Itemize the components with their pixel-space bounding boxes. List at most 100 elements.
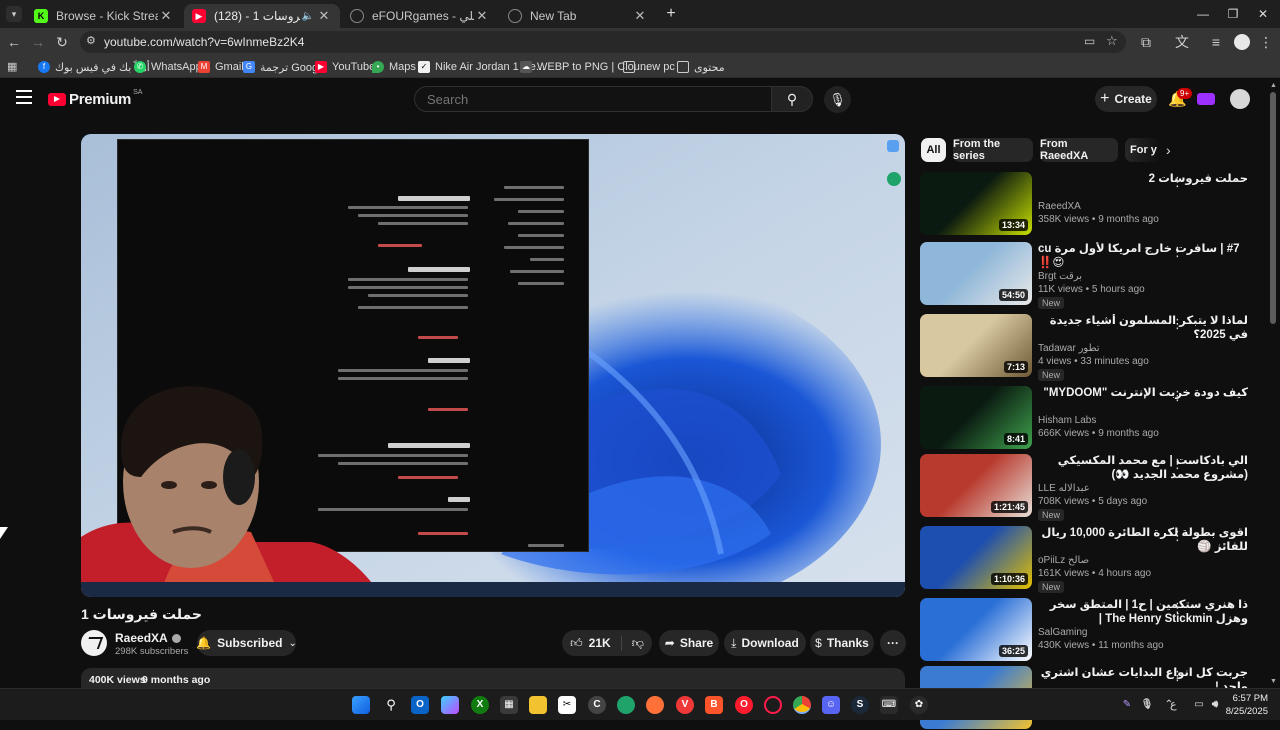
dislike-button[interactable]: 👎︎ [622, 636, 644, 651]
more-vertical-icon[interactable]: ⋮ [1171, 456, 1184, 472]
recommendation-channel[interactable]: Brgt ‏برقت [1038, 271, 1082, 282]
bookmark-folder-new-pc[interactable]: new pc [623, 59, 675, 75]
extensions-icon[interactable]: ⧉ [1136, 32, 1156, 52]
search-icon[interactable]: ⚲ [382, 696, 400, 714]
video-thumbnail[interactable]: 1:10:36 [920, 526, 1032, 589]
recommendation-channel[interactable]: LLE ‏عبدالاله [1038, 483, 1090, 494]
recommendation-item[interactable]: 36:25 ذا هنري ستكمين | ح1 | المتطق سخر وه… [920, 598, 1260, 662]
recommendation-channel[interactable]: oPiiLz ‏صالح [1038, 555, 1089, 566]
firefox-icon[interactable] [646, 696, 664, 714]
translate-icon[interactable]: 文 [1172, 32, 1192, 52]
discord-icon[interactable]: ☺ [822, 696, 840, 714]
video-thumbnail[interactable]: 54:50 [920, 242, 1032, 305]
recommendation-title[interactable]: cu ‏#7 | سافرت خارج امريكا لأول مرة ‼️😍 [1038, 242, 1248, 270]
menu-kebab-icon[interactable]: ⋮ [1256, 32, 1276, 52]
address-bar[interactable]: ⚙ youtube.com/watch?v=6wInmeBz2K4 ▭ ☆ [80, 31, 1126, 53]
thanks-button[interactable]: $ Thanks [810, 630, 874, 656]
video-thumbnail[interactable]: 13:34 [920, 172, 1032, 235]
recommendation-channel[interactable]: RaeedXA [1038, 201, 1081, 212]
close-icon[interactable]: ✕ [474, 8, 490, 24]
channel-name[interactable]: RaeedXA [115, 631, 181, 645]
recommendation-title[interactable]: ذا هنري ستكمين | ح1 | المتطق سخر وهزل Th… [1038, 598, 1248, 626]
chip-all[interactable]: All [921, 138, 946, 162]
openai-icon[interactable]: ✿ [910, 696, 928, 714]
chevron-right-icon[interactable]: › [1166, 142, 1171, 158]
recommendation-title[interactable]: كيف دودة خربت الإنترنت "MYDOOM" [1038, 386, 1248, 400]
chrome-icon[interactable] [793, 696, 811, 714]
more-vertical-icon[interactable]: ⋮ [1171, 528, 1184, 544]
bookmark-whatsapp[interactable]: ✆ WhatsApp [134, 59, 202, 75]
taskbar-date[interactable]: 8/25/2025 [1222, 706, 1268, 717]
more-vertical-icon[interactable]: ⋮ [1171, 174, 1184, 190]
store-icon[interactable]: ▦ [500, 696, 518, 714]
hamburger-menu-icon[interactable] [16, 90, 32, 104]
more-vertical-icon[interactable]: ⋮ [1171, 244, 1184, 260]
video-thumbnail[interactable]: 36:25 [920, 598, 1032, 661]
capcut-icon[interactable]: ✂ [558, 696, 576, 714]
search-button[interactable]: ⚲ [771, 86, 813, 112]
channel-avatar[interactable] [81, 630, 107, 656]
like-button[interactable]: 👍︎ 21K [570, 635, 622, 651]
steam-icon[interactable]: S [851, 696, 869, 714]
minimize-icon[interactable]: — [1188, 4, 1218, 24]
recommendation-channel[interactable]: SalGaming [1038, 627, 1087, 638]
bookmark-youtube[interactable]: ▶ YouTube [315, 59, 375, 75]
xbox-icon[interactable]: X [471, 696, 489, 714]
cast-icon[interactable]: ▭ [1084, 34, 1095, 48]
opera-gx-icon[interactable] [764, 696, 782, 714]
restore-icon[interactable]: ❐ [1218, 4, 1248, 24]
more-vertical-icon[interactable]: ⋮ [1171, 600, 1184, 616]
taskbar-time[interactable]: 6:57 PM [1230, 693, 1268, 704]
profile-avatar[interactable] [1234, 34, 1250, 50]
close-icon[interactable]: ✕ [632, 8, 648, 24]
copilot-icon[interactable] [441, 696, 459, 714]
outlook-icon[interactable]: O [411, 696, 429, 714]
windows-start-icon[interactable] [352, 696, 370, 714]
recommendation-title[interactable]: لماذا لا يتبكر المسلمون أشياء جديدة في 2… [1038, 314, 1248, 342]
tab-search-icon[interactable]: ▾ [6, 6, 22, 22]
page-scrollbar[interactable] [1270, 92, 1276, 324]
vivaldi-icon[interactable]: V [676, 696, 694, 714]
subscribed-button[interactable]: 🔔 Subscribed ⌄ [196, 630, 297, 656]
bookmark-star-icon[interactable]: ☆ [1106, 33, 1118, 49]
close-icon[interactable]: ✕ [316, 8, 332, 24]
search-input[interactable] [415, 87, 771, 111]
more-vertical-icon[interactable]: ⋮ [1171, 388, 1184, 404]
forward-icon[interactable]: → [28, 32, 48, 52]
video-thumbnail[interactable]: 1:21:45 [920, 454, 1032, 517]
chip-from-series[interactable]: From the series [953, 138, 1033, 162]
more-vertical-icon[interactable]: ⋮ [1171, 668, 1184, 684]
tray-pen-icon[interactable]: ✎ [1118, 696, 1136, 714]
create-button[interactable]: + Create [1095, 86, 1157, 112]
input-language[interactable]: ع [1170, 698, 1177, 711]
tab-efourgames[interactable]: eFOURgames - ‏نع ألعاب تفاعلي ✕ [342, 4, 498, 28]
app-badge-icon[interactable] [1197, 93, 1215, 105]
recommendation-channel[interactable]: Tadawar ‏تطور [1038, 343, 1100, 354]
recommendation-item[interactable]: 1:21:45 الي بادكاست | مع محمد المكسيكي (م… [920, 454, 1260, 521]
bookmark-folder-content[interactable]: محتوى [677, 59, 725, 75]
keyboard-app-icon[interactable]: ⌨ [880, 696, 898, 714]
share-button[interactable]: ➦ Share [659, 630, 719, 656]
back-icon[interactable]: ← [4, 32, 24, 52]
download-button[interactable]: ⤓ Download [724, 630, 806, 656]
close-icon[interactable]: ✕ [158, 8, 174, 24]
recommendation-item[interactable]: 54:50 cu ‏#7 | سافرت خارج امريكا لأول مرة… [920, 242, 1260, 309]
scroll-down-icon[interactable]: ▼ [1270, 678, 1277, 685]
opera-icon[interactable]: O [735, 696, 753, 714]
edge-icon[interactable] [617, 696, 635, 714]
video-player[interactable] [81, 134, 905, 597]
recommendation-title[interactable]: اقوى بطولة لكرة الطائرة 10,000 ريال للفا… [1038, 526, 1248, 554]
ccleaner-icon[interactable]: C [588, 696, 606, 714]
scroll-up-icon[interactable]: ▲ [1270, 82, 1277, 89]
recommendation-title[interactable]: حملت فيروسات 2 [1038, 172, 1248, 186]
tab-new-tab[interactable]: New Tab ✕ [500, 4, 656, 28]
bookmark-maps[interactable]: • Maps [372, 59, 416, 75]
media-icon[interactable]: ≡ [1206, 32, 1226, 52]
recommendation-item[interactable]: 1:10:36 اقوى بطولة لكرة الطائرة 10,000 ري… [920, 526, 1260, 593]
more-actions-button[interactable]: ··· [880, 630, 906, 656]
new-tab-button[interactable]: + [662, 4, 680, 24]
recommendation-item[interactable]: 7:13 لماذا لا يتبكر المسلمون أشياء جديدة … [920, 314, 1260, 381]
chip-from-channel[interactable]: From RaeedXA [1040, 138, 1118, 162]
tab-youtube[interactable]: ▶ حملت فيروسات 1 - (128) ‎be 🔈 ✕ [184, 4, 340, 28]
account-avatar[interactable] [1230, 89, 1250, 109]
